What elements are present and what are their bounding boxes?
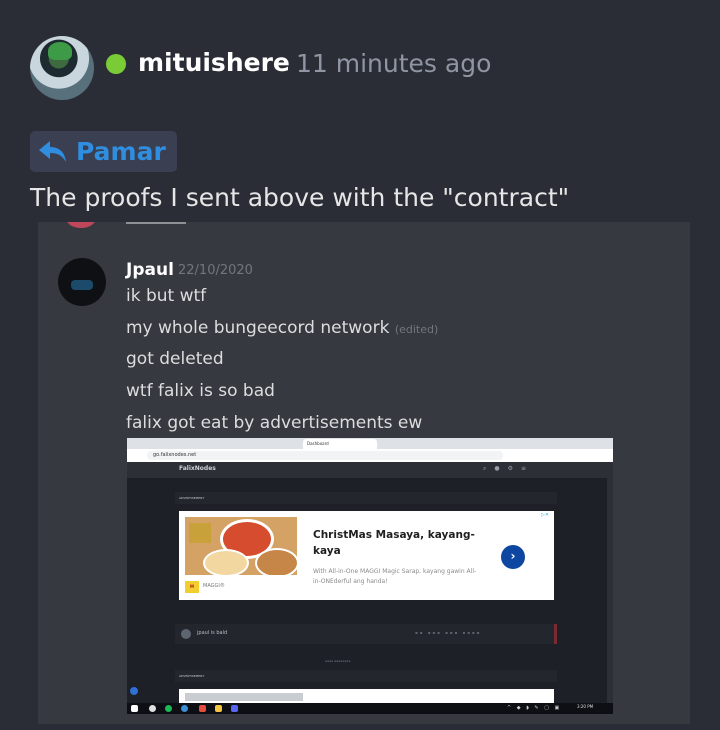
discord-icon [231, 705, 238, 712]
browser-tabbar: Dashboard [127, 438, 613, 449]
chat-author: Jpaul [126, 260, 174, 280]
ad-choices-icon: ▷✕ [541, 512, 550, 518]
chat-line: my whole bungeecord network (edited) [126, 318, 438, 338]
system-tray: ^ ◆ ◗ ✎ ▢ ▣ [507, 705, 562, 711]
chat-line: got deleted [126, 349, 224, 369]
url-field: go.falixnodes.net [147, 451, 503, 460]
post-timestamp: 11 minutes ago [296, 49, 492, 78]
taskbar-clock: 3:20 PM [576, 704, 594, 709]
chat-bubble-icon [130, 687, 138, 695]
browser-urlbar: go.falixnodes.net [127, 449, 613, 463]
message-text: The proofs I sent above with the "contra… [30, 183, 570, 212]
ad-section-header-2: ADVERTISEMENT [175, 670, 557, 682]
chat-line: falix got eat by advertisements ew [126, 413, 423, 433]
server-icon [181, 629, 191, 639]
start-icon [131, 705, 138, 712]
ad-image [185, 517, 297, 575]
chrome-icon [181, 705, 188, 712]
edited-tag: (edited) [394, 323, 439, 336]
windows-taskbar: ^ ◆ ◗ ✎ ▢ ▣ 3:20 PM [127, 703, 613, 714]
author-name[interactable]: mituishere [138, 48, 290, 77]
reply-label: Pamar [76, 137, 166, 166]
chat-date: 22/10/2020 [178, 263, 253, 278]
scrollbar [607, 462, 613, 714]
server-name: jpaul is bald [197, 630, 228, 636]
reply-mention[interactable]: Pamar [30, 131, 177, 172]
spotify-icon [165, 705, 172, 712]
server-stats: ▪▪ ▪▪▪ ▪▪▪ ▪▪▪▪ [415, 630, 482, 635]
folder-icon [215, 705, 222, 712]
ad-section-header: ADVERTISEMENT [175, 492, 557, 504]
chat-line: wtf falix is so bad [126, 381, 275, 401]
page-footer: ▪▪▪▪ ▪▪▪▪▪▪▪▪ [325, 659, 351, 663]
author-avatar[interactable] [30, 36, 94, 100]
chat-avatar [58, 258, 106, 306]
app-nav-icons: ⌕●⚙≡ [483, 465, 535, 472]
chat-line: ik but wtf [126, 286, 207, 306]
search-icon [149, 705, 156, 712]
server-row: jpaul is bald ▪▪ ▪▪▪ ▪▪▪ ▪▪▪▪ [175, 624, 557, 644]
ad-brand: MAGGI® [203, 583, 225, 589]
ad-subtitle: With All-in-One MAGGI Magic Sarap, kayan… [313, 568, 477, 585]
brand-logo: M [185, 581, 199, 593]
ad-card: M MAGGI® ChristMas Masaya, kayang-kaya W… [179, 511, 554, 600]
chat-line-text: my whole bungeecord network [126, 318, 390, 338]
brave-icon [199, 705, 206, 712]
app-header: FalixNodes ⌕●⚙≡ [127, 462, 607, 478]
embedded-browser-screenshot: Dashboard go.falixnodes.net FalixNodes ⌕… [127, 438, 613, 714]
attached-screenshot[interactable]: Jpaul 22/10/2020 ik but wtf my whole bun… [38, 222, 690, 724]
reply-arrow-icon [39, 140, 66, 162]
cropped-text [126, 222, 186, 224]
ad-card-2 [179, 689, 554, 704]
ad-arrow-icon: › [501, 545, 525, 569]
app-title: FalixNodes [179, 465, 216, 472]
browser-tab: Dashboard [303, 439, 377, 449]
cropped-avatar [66, 222, 96, 228]
online-status-icon [106, 54, 126, 74]
ad-title: ChristMas Masaya, kayang-kaya [313, 529, 475, 557]
